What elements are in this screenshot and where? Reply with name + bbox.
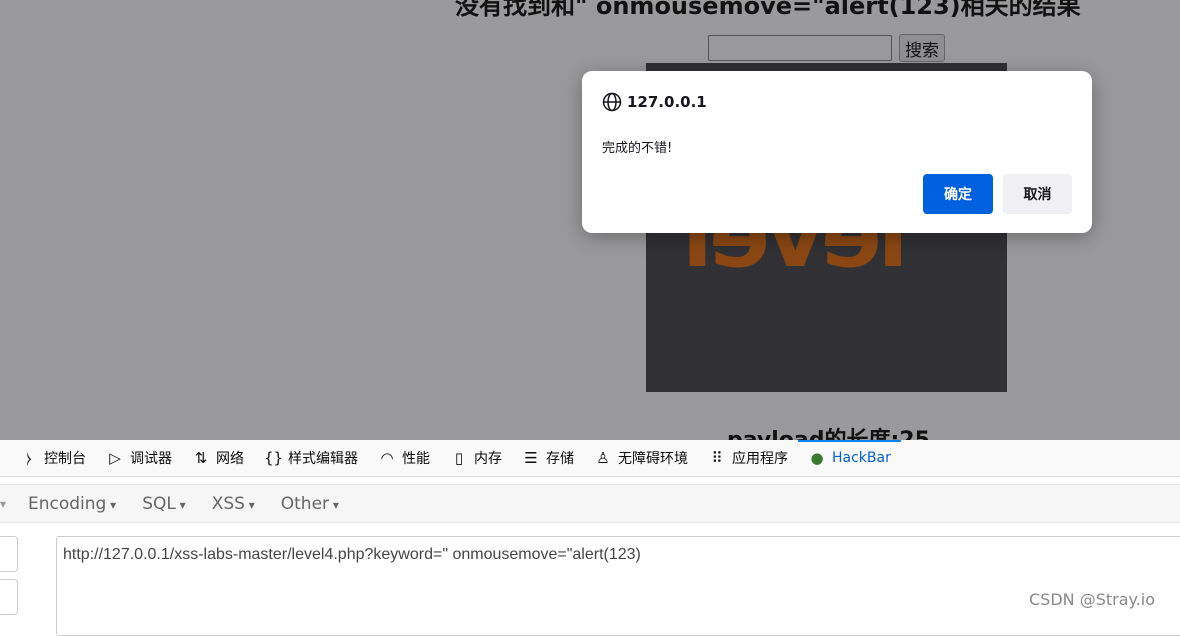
- dialog-message: 完成的不错!: [602, 141, 673, 156]
- ok-button[interactable]: 确定: [923, 174, 993, 214]
- memory-icon: ▯: [454, 449, 464, 467]
- url-textarea[interactable]: http://127.0.0.1/xss-labs-master/level4.…: [56, 536, 1180, 636]
- tab-label: 无障碍环境: [618, 451, 688, 467]
- origin-text: 127.0.0.1: [627, 93, 707, 111]
- accessibility-icon: ♙: [596, 449, 610, 467]
- console-icon: ⧽: [26, 449, 32, 467]
- tab-label: 存储: [546, 451, 574, 467]
- search-button[interactable]: 搜索: [899, 34, 945, 62]
- search-input[interactable]: [708, 35, 892, 61]
- tab-performance[interactable]: ◠ 性能: [368, 440, 440, 477]
- tab-apps[interactable]: ⠿ 应用程序: [698, 440, 798, 477]
- tab-label: HackBar: [832, 450, 891, 466]
- dialog-origin: 127.0.0.1: [602, 92, 707, 112]
- performance-icon: ◠: [380, 449, 394, 467]
- menu-encoding[interactable]: Encoding: [28, 494, 116, 514]
- globe-icon: [602, 92, 622, 112]
- alert-dialog: 127.0.0.1 完成的不错! 确定 取消: [582, 71, 1092, 233]
- payload-length: payload的长度:25: [727, 422, 930, 440]
- network-icon: ⇅: [194, 449, 208, 467]
- devtools-tabs: ⧽ 控制台 ▷ 调试器 ⇅ 网络 {} 样式编辑器 ◠ 性能 ▯ 内存 ☰ 存储 ♙ 无障碍环境 ⠿ 应用程序 ● H…: [0, 439, 1180, 477]
- apps-icon: ⠿: [711, 449, 723, 467]
- tab-label: 应用程序: [732, 451, 788, 467]
- style-editor-icon: {}: [264, 449, 284, 467]
- split-url-button[interactable]: [0, 579, 18, 615]
- menu-sql[interactable]: SQL: [142, 494, 186, 514]
- cancel-button[interactable]: 取消: [1003, 174, 1072, 214]
- menu-other[interactable]: Other: [281, 494, 339, 514]
- load-url-button[interactable]: [0, 536, 18, 572]
- tab-style-editor[interactable]: {} 样式编辑器: [254, 440, 368, 477]
- tab-memory[interactable]: ▯ 内存: [440, 440, 512, 477]
- hackbar-icon: ●: [810, 449, 824, 467]
- tab-label: 控制台: [44, 451, 86, 467]
- tab-accessibility[interactable]: ♙ 无障碍环境: [584, 440, 698, 477]
- menu-fragment-icon: ▾: [0, 496, 7, 511]
- tab-hackbar[interactable]: ● HackBar: [798, 439, 901, 477]
- tab-label: 样式编辑器: [288, 451, 358, 467]
- tab-label: 内存: [474, 451, 502, 467]
- tab-network[interactable]: ⇅ 网络: [182, 440, 254, 477]
- tab-storage[interactable]: ☰ 存储: [512, 440, 584, 477]
- watermark: CSDN @Stray.io: [1029, 590, 1156, 609]
- menu-xss[interactable]: XSS: [212, 494, 255, 514]
- tab-label: 性能: [402, 451, 430, 467]
- debugger-icon: ▷: [109, 449, 121, 467]
- tab-console[interactable]: ⧽ 控制台: [0, 440, 96, 477]
- tab-debugger[interactable]: ▷ 调试器: [96, 440, 182, 477]
- tab-label: 调试器: [130, 451, 172, 467]
- hackbar-toolbar: ▾ Encoding SQL XSS Other: [0, 484, 1180, 523]
- tab-label: 网络: [216, 451, 244, 467]
- result-heading: 没有找到和" onmousemove="alert(123)相关的结果: [455, 0, 1081, 20]
- storage-icon: ☰: [524, 449, 538, 467]
